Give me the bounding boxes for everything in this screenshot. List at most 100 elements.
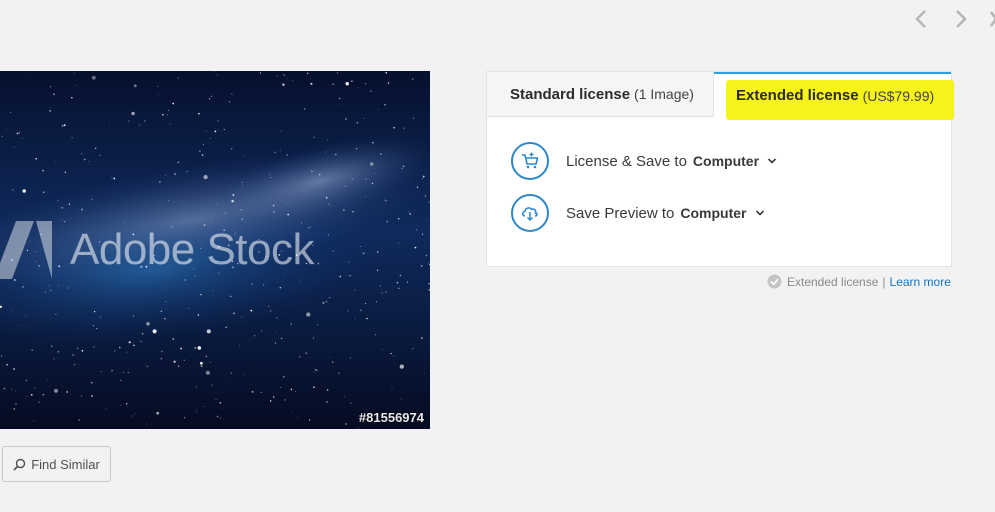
star (219, 418, 221, 419)
license-save-action[interactable]: License & Save to Computer (511, 142, 777, 180)
star (270, 310, 272, 312)
star (55, 313, 57, 316)
star (131, 111, 135, 116)
destination-dropdown[interactable]: Computer (693, 153, 759, 169)
star (72, 354, 74, 356)
star (48, 285, 50, 287)
star (377, 251, 379, 253)
star (157, 94, 159, 95)
star (96, 327, 98, 330)
action-label: License & Save to (566, 152, 687, 170)
star (406, 281, 408, 283)
star (38, 401, 40, 403)
separator: | (882, 274, 886, 289)
star (398, 287, 400, 289)
star (398, 242, 399, 244)
next-button[interactable] (950, 8, 972, 30)
star (279, 386, 281, 388)
close-button[interactable] (985, 8, 995, 30)
star (424, 195, 427, 197)
star (133, 344, 135, 347)
star (3, 387, 6, 390)
asset-id: #81556974 (358, 410, 424, 425)
star (371, 182, 374, 185)
star (184, 417, 186, 419)
license-tabs: Standard license (1 Image) Extended lice… (487, 72, 954, 120)
star (199, 150, 201, 152)
cart-icon (511, 142, 549, 180)
learn-more-link[interactable]: Learn more (890, 275, 951, 289)
star (286, 78, 288, 80)
tab-extended-license[interactable]: Extended license (US$79.99) (714, 72, 954, 120)
star (372, 142, 374, 144)
star (215, 398, 217, 400)
star (282, 83, 285, 86)
star (251, 391, 254, 393)
star (10, 111, 12, 113)
star (13, 368, 15, 370)
save-preview-action[interactable]: Save Preview to Computer (511, 194, 765, 232)
star (83, 158, 86, 161)
star (226, 176, 228, 177)
star (167, 110, 169, 111)
star (90, 381, 93, 384)
star (386, 220, 389, 223)
star (177, 161, 180, 164)
previous-button[interactable] (910, 8, 932, 30)
star (35, 158, 37, 160)
star (279, 149, 281, 151)
star (401, 168, 403, 170)
star (81, 153, 83, 155)
star (425, 254, 428, 257)
star (427, 262, 429, 264)
star (414, 246, 417, 249)
star (269, 173, 270, 175)
star (231, 148, 233, 150)
star (210, 95, 213, 97)
chevron-down-icon[interactable] (767, 157, 777, 165)
star (428, 201, 430, 203)
star (290, 323, 292, 325)
chevron-down-icon[interactable] (755, 209, 765, 217)
star (109, 124, 111, 126)
star (34, 387, 36, 389)
star (216, 74, 219, 76)
star (428, 264, 430, 266)
star (292, 411, 293, 412)
star (51, 345, 53, 347)
star (345, 423, 347, 425)
star (343, 209, 345, 211)
star (330, 206, 332, 207)
star (88, 161, 90, 163)
star (194, 347, 197, 349)
star (217, 120, 219, 122)
star (156, 411, 160, 415)
star (400, 398, 402, 400)
destination-dropdown[interactable]: Computer (680, 205, 746, 221)
star (180, 347, 182, 350)
star (63, 124, 66, 127)
star (94, 311, 96, 313)
star (339, 275, 342, 278)
tab-standard-license[interactable]: Standard license (1 Image) (487, 72, 714, 117)
star (12, 189, 14, 191)
star (195, 386, 197, 388)
star (205, 130, 207, 132)
star (188, 307, 189, 309)
find-similar-button[interactable]: Find Similar (2, 446, 111, 482)
star (233, 312, 236, 315)
star (284, 74, 286, 76)
star (290, 388, 293, 391)
image-preview[interactable]: Adobe Stock #81556974 (0, 71, 430, 429)
star (375, 172, 377, 174)
star (177, 77, 179, 79)
star (118, 346, 121, 349)
star (331, 361, 334, 363)
star (349, 275, 351, 277)
star (25, 73, 26, 75)
star (412, 78, 414, 80)
star (322, 302, 325, 304)
star (357, 87, 359, 89)
star (370, 90, 372, 92)
star (140, 340, 142, 343)
